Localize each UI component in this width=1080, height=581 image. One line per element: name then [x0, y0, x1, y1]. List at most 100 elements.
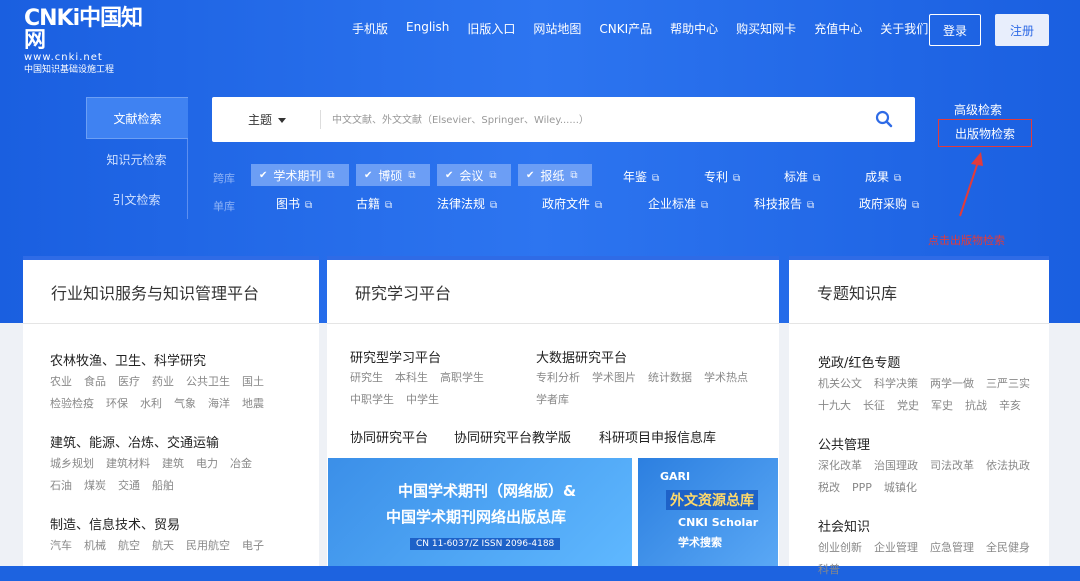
- tag-link[interactable]: 学术热点: [704, 371, 748, 384]
- tag-link[interactable]: 食品: [84, 375, 106, 388]
- tag-link[interactable]: 煤炭: [84, 479, 106, 492]
- tag-link[interactable]: 科学决策: [874, 377, 918, 390]
- tag-link[interactable]: 全民健身: [986, 541, 1030, 554]
- tag-link[interactable]: 航空: [118, 539, 140, 552]
- tag-link[interactable]: 军史: [931, 399, 953, 412]
- tag-link[interactable]: 海洋: [208, 397, 230, 410]
- section-title[interactable]: 党政/红色专题: [818, 352, 900, 371]
- section-title[interactable]: 大数据研究平台: [536, 347, 627, 366]
- tab-literature-search[interactable]: 文献检索: [86, 97, 188, 139]
- db-chip-theses[interactable]: ✔ 博硕 ⧉: [356, 164, 430, 186]
- tag-link[interactable]: 气象: [174, 397, 196, 410]
- db-link-yearbooks[interactable]: 年鉴 ⧉: [623, 168, 659, 185]
- tag-link[interactable]: 治国理政: [874, 459, 918, 472]
- tag-link[interactable]: 建筑: [162, 457, 184, 470]
- nav-english[interactable]: English: [406, 20, 449, 37]
- search-icon[interactable]: [875, 110, 893, 128]
- section-title[interactable]: 制造、信息技术、贸易: [50, 514, 180, 533]
- tag-link[interactable]: 高职学生: [440, 371, 484, 384]
- cnki-logo[interactable]: CNKi中国知网 www.cnki.net 中国知识基础设施工程: [24, 8, 154, 76]
- link-collab-teaching[interactable]: 协同研究平台教学版: [454, 427, 571, 446]
- db-chip-journals[interactable]: ✔ 学术期刊 ⧉: [251, 164, 349, 186]
- link-project-info[interactable]: 科研项目申报信息库: [599, 427, 716, 446]
- tag-link[interactable]: 辛亥: [999, 399, 1021, 412]
- tag-link[interactable]: 三严三实: [986, 377, 1030, 390]
- tag-link[interactable]: 地震: [242, 397, 264, 410]
- tag-link[interactable]: 机械: [84, 539, 106, 552]
- db-link-enterprise-standards[interactable]: 企业标准 ⧉: [648, 195, 708, 212]
- nav-sitemap[interactable]: 网站地图: [533, 20, 581, 37]
- nav-recharge[interactable]: 充值中心: [814, 20, 862, 37]
- section-title[interactable]: 公共管理: [818, 434, 870, 453]
- tag-link[interactable]: 企业管理: [874, 541, 918, 554]
- tag-link[interactable]: 党史: [897, 399, 919, 412]
- db-link-gov-procurement[interactable]: 政府采购 ⧉: [859, 195, 919, 212]
- db-link-patents[interactable]: 专利 ⧉: [704, 168, 740, 185]
- db-chip-newspapers[interactable]: ✔ 报纸 ⧉: [518, 164, 592, 186]
- db-link-achievements[interactable]: 成果 ⧉: [865, 168, 901, 185]
- tag-link[interactable]: 税改: [818, 481, 840, 494]
- tag-link[interactable]: 国土: [242, 375, 264, 388]
- db-link-tech-reports[interactable]: 科技报告 ⧉: [754, 195, 814, 212]
- tag-link[interactable]: 农业: [50, 375, 72, 388]
- tag-link[interactable]: 学术图片: [592, 371, 636, 384]
- tag-link[interactable]: 科普: [818, 563, 840, 576]
- tag-link[interactable]: 司法改革: [930, 459, 974, 472]
- tag-link[interactable]: 学者库: [536, 393, 569, 406]
- section-title[interactable]: 社会知识: [818, 516, 870, 535]
- tag-link[interactable]: 深化改革: [818, 459, 862, 472]
- db-link-gov-docs[interactable]: 政府文件 ⧉: [542, 195, 602, 212]
- search-input[interactable]: [330, 105, 854, 135]
- nav-buy-card[interactable]: 购买知网卡: [736, 20, 796, 37]
- tag-link[interactable]: 十九大: [818, 399, 851, 412]
- tag-link[interactable]: 城镇化: [884, 481, 917, 494]
- tag-link[interactable]: 应急管理: [930, 541, 974, 554]
- tag-link[interactable]: 船舶: [152, 479, 174, 492]
- section-title[interactable]: 农林牧渔、卫生、科学研究: [50, 350, 206, 369]
- tag-link[interactable]: 电力: [196, 457, 218, 470]
- tab-citation-search[interactable]: 引文检索: [86, 179, 188, 219]
- tag-link[interactable]: 电子: [242, 539, 264, 552]
- search-field-select[interactable]: 主题: [248, 111, 287, 128]
- tag-link[interactable]: 汽车: [50, 539, 72, 552]
- section-title[interactable]: 研究型学习平台: [350, 347, 441, 366]
- db-link-standards[interactable]: 标准 ⧉: [784, 168, 820, 185]
- tag-link[interactable]: 冶金: [230, 457, 252, 470]
- tag-link[interactable]: 专利分析: [536, 371, 580, 384]
- nav-help[interactable]: 帮助中心: [670, 20, 718, 37]
- nav-about[interactable]: 关于我们: [880, 20, 928, 37]
- tag-link[interactable]: 中职学生: [350, 393, 394, 406]
- db-link-ancient-books[interactable]: 古籍 ⧉: [356, 195, 392, 212]
- tag-link[interactable]: 医疗: [118, 375, 140, 388]
- tag-link[interactable]: 研究生: [350, 371, 383, 384]
- publication-search-link[interactable]: 出版物检索: [938, 119, 1032, 147]
- tag-link[interactable]: 石油: [50, 479, 72, 492]
- register-button[interactable]: 注册: [995, 14, 1049, 46]
- tag-link[interactable]: 水利: [140, 397, 162, 410]
- tag-link[interactable]: 建筑材料: [106, 457, 150, 470]
- link-collab-research[interactable]: 协同研究平台: [350, 427, 428, 446]
- section-title[interactable]: 建筑、能源、冶炼、交通运输: [50, 432, 219, 451]
- db-chip-conferences[interactable]: ✔ 会议 ⧉: [437, 164, 511, 186]
- tag-link[interactable]: 创业创新: [818, 541, 862, 554]
- tag-link[interactable]: 统计数据: [648, 371, 692, 384]
- tag-link[interactable]: 检验检疫: [50, 397, 94, 410]
- journal-banner[interactable]: 中国学术期刊（网络版）& 中国学术期刊网络出版总库 CN 11-6037/Z I…: [328, 458, 632, 566]
- tag-link[interactable]: 两学一做: [930, 377, 974, 390]
- tag-link[interactable]: 依法执政: [986, 459, 1030, 472]
- tag-link[interactable]: 环保: [106, 397, 128, 410]
- tag-link[interactable]: 航天: [152, 539, 174, 552]
- tab-knowledge-element-search[interactable]: 知识元检索: [86, 139, 188, 179]
- tag-link[interactable]: 公共卫生: [186, 375, 230, 388]
- tag-link[interactable]: 抗战: [965, 399, 987, 412]
- db-link-laws[interactable]: 法律法规 ⧉: [437, 195, 497, 212]
- tag-link[interactable]: 民用航空: [186, 539, 230, 552]
- tag-link[interactable]: 药业: [152, 375, 174, 388]
- scholar-banner[interactable]: GARI 外文资源总库 CNKI Scholar 学术搜索: [638, 458, 778, 566]
- tag-link[interactable]: 长征: [863, 399, 885, 412]
- db-link-books[interactable]: 图书 ⧉: [276, 195, 312, 212]
- advanced-search-link[interactable]: 高级检索: [954, 101, 1002, 118]
- login-button[interactable]: 登录: [929, 14, 981, 46]
- tag-link[interactable]: 本科生: [395, 371, 428, 384]
- tag-link[interactable]: 中学生: [406, 393, 439, 406]
